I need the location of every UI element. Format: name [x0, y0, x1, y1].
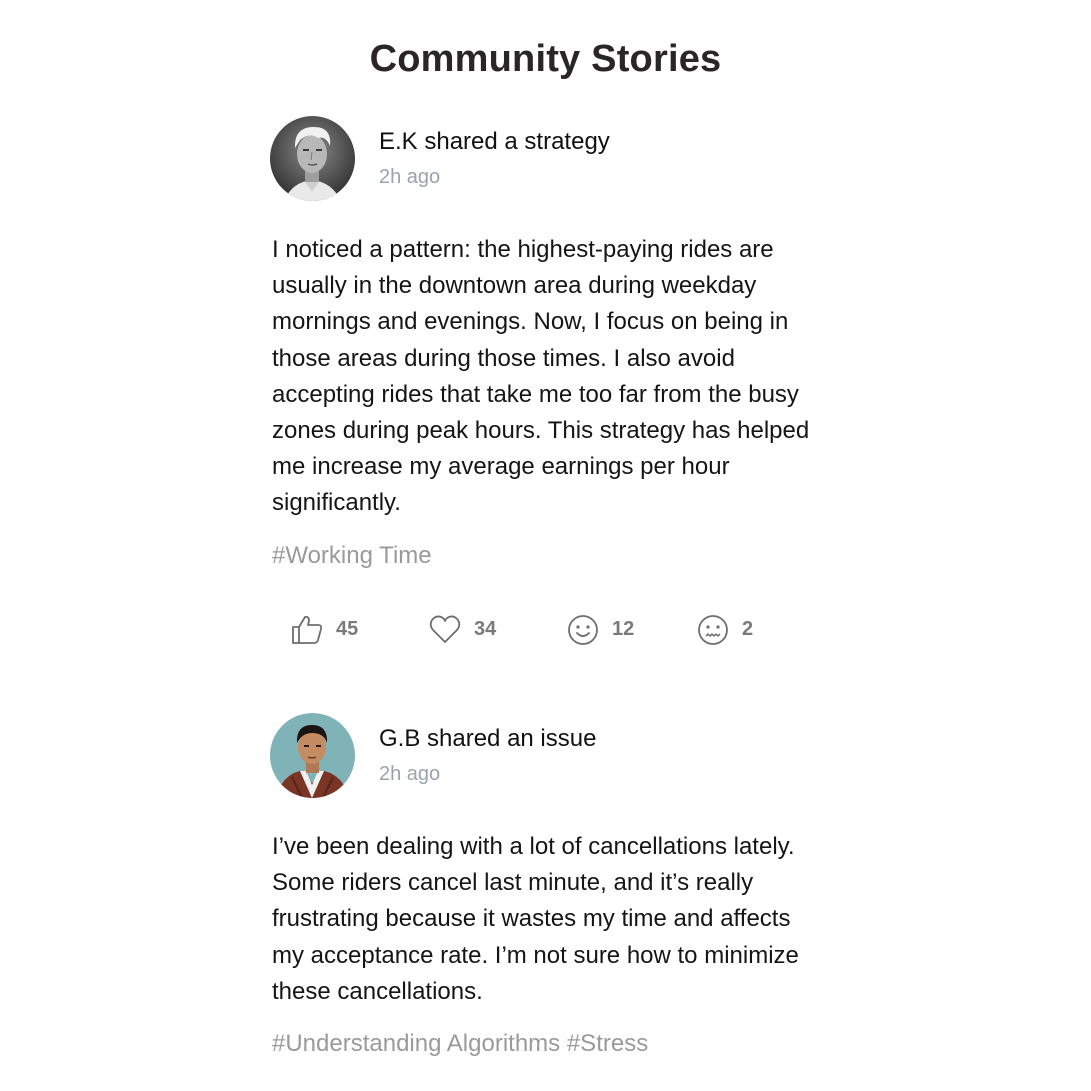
page-title: Community Stories — [369, 38, 722, 80]
avatar-young-man-image — [270, 713, 355, 798]
heart-count: 34 — [474, 618, 497, 641]
thumbs-up-icon — [290, 613, 324, 647]
avatar-older-man-image — [270, 116, 355, 201]
heart-reaction-button[interactable]: 34 — [428, 610, 496, 650]
post-timestamp: 2h ago — [379, 763, 441, 785]
heart-icon — [428, 613, 462, 647]
sad-count: 2 — [742, 618, 754, 641]
post-header: E.K shared a strategy 2h ago — [270, 116, 830, 202]
post-tags[interactable]: #Working Time — [272, 542, 830, 570]
smile-count: 12 — [612, 618, 635, 641]
sad-face-icon — [696, 613, 730, 647]
sad-reaction-button[interactable]: 2 — [696, 610, 753, 650]
post-author-line: E.K shared a strategy — [379, 128, 610, 155]
post-timestamp: 2h ago — [379, 166, 441, 188]
post-body: I noticed a pattern: the highest-paying … — [272, 236, 810, 517]
like-count: 45 — [336, 618, 359, 641]
smile-reaction-button[interactable]: 12 — [566, 610, 634, 650]
reaction-bar: 45 34 12 2 — [270, 610, 830, 650]
avatar[interactable] — [270, 116, 355, 201]
story-post: E.K shared a strategy 2h ago I noticed a… — [270, 116, 830, 650]
story-post: G.B shared an issue 2h ago I’ve been dea… — [270, 713, 830, 1058]
avatar[interactable] — [270, 713, 355, 798]
post-tags[interactable]: #Understanding Algorithms #Stress — [272, 1030, 830, 1058]
like-reaction-button[interactable]: 45 — [290, 610, 358, 650]
post-body: I’ve been dealing with a lot of cancella… — [272, 833, 799, 1005]
post-header: G.B shared an issue 2h ago — [270, 713, 830, 799]
post-author-line: G.B shared an issue — [379, 725, 597, 752]
smile-icon — [566, 613, 600, 647]
